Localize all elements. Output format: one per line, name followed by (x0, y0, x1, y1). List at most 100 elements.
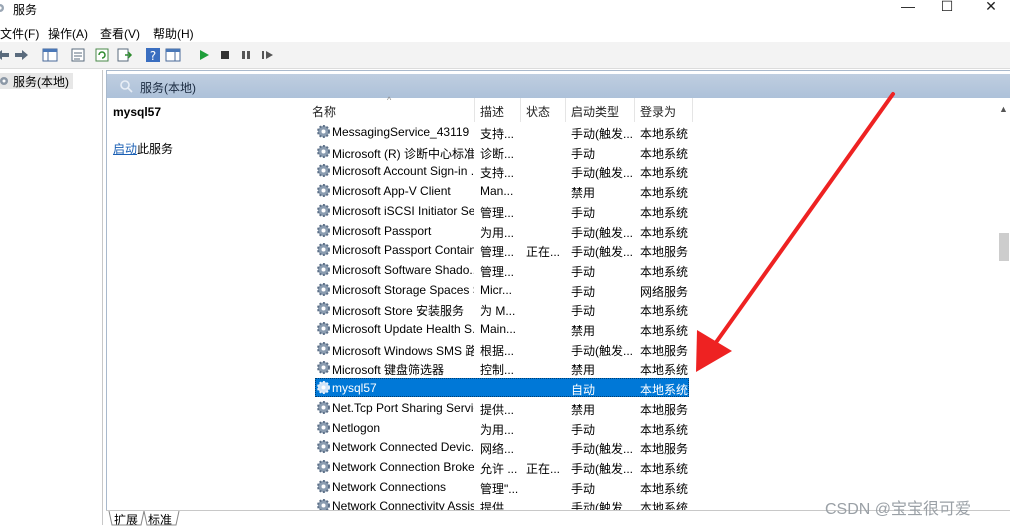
table-row[interactable]: Microsoft Update Health S... Main... 禁用 本地系… (303, 319, 997, 338)
gear-icon (0, 77, 8, 85)
cell-description: 管理... (480, 245, 515, 260)
cell-description: 提供... (480, 402, 515, 417)
cell-startup-type: 手动(触发... (571, 343, 633, 358)
menu-action[interactable]: 操作(A) (48, 25, 88, 42)
column-divider[interactable] (520, 98, 521, 122)
cell-log-on-as: 本地服务 (640, 343, 689, 358)
back-arrow-icon[interactable] (0, 46, 12, 64)
cell-name: Microsoft Store 安装服务 (332, 304, 465, 319)
export-list-icon[interactable] (115, 46, 133, 64)
column-divider[interactable] (474, 98, 475, 122)
table-row[interactable]: Microsoft Passport Container 管理... 正在... 手动… (303, 240, 997, 259)
scroll-up-icon[interactable]: ▲ (999, 104, 1008, 114)
gear-icon (317, 440, 330, 454)
cell-startup-type: 手动 (571, 422, 596, 437)
cell-name: Microsoft Windows SMS 路... (332, 343, 474, 358)
table-row[interactable]: MessagingService_43119 支持... 手动(触发... 本地系统 (303, 122, 997, 141)
menu-view[interactable]: 查看(V) (100, 25, 140, 42)
start-service-icon[interactable] (195, 46, 213, 64)
tree-item-label: 服务(本地) (13, 74, 69, 89)
cell-startup-type: 手动(触发... (571, 442, 633, 457)
pane-header-title: 服务(本地) (140, 81, 196, 95)
cell-description: 管理... (480, 264, 515, 279)
gear-icon (317, 499, 330, 510)
stop-service-icon[interactable] (216, 46, 234, 64)
table-row[interactable]: Microsoft Windows SMS 路... 根据... 手动(触发... 本… (303, 339, 997, 358)
scroll-thumb[interactable] (999, 233, 1009, 261)
cell-name: MessagingService_43119 (332, 125, 470, 139)
sort-ascending-icon: ^ (387, 95, 392, 105)
column-header-name[interactable]: 名称 (312, 103, 336, 120)
cell-log-on-as: 本地系统 (640, 501, 689, 510)
restart-service-icon[interactable] (258, 46, 276, 64)
close-button[interactable]: ✕ (981, 0, 1001, 15)
table-row[interactable]: Microsoft iSCSI Initiator Ser... 管理... 手动 本… (303, 201, 997, 220)
gear-icon (317, 459, 330, 473)
maximize-button[interactable]: ☐ (937, 0, 957, 15)
svg-text:?: ? (150, 49, 156, 63)
properties-icon[interactable] (69, 46, 87, 64)
cell-log-on-as: 本地系统 (640, 127, 689, 141)
table-row[interactable]: Microsoft (R) 诊断中心标准... 诊断... 手动 本地系统 (303, 142, 997, 161)
table-row-selected[interactable]: mysql57 自动 本地系统 (303, 378, 997, 398)
pause-service-icon[interactable] (237, 46, 255, 64)
show-console-tree-icon[interactable] (41, 46, 59, 64)
cell-name: Microsoft Storage Spaces S... (332, 282, 474, 297)
cell-startup-type: 手动(触发... (571, 501, 633, 510)
table-row[interactable]: Netlogon 为用... 手动 本地系统 (303, 418, 997, 437)
cell-log-on-as: 本地服务 (640, 442, 689, 457)
table-row[interactable]: Microsoft Passport 为用... 手动(触发... 本地系统 (303, 221, 997, 240)
table-row[interactable]: Network Connections 管理"... 手动 本地系统 (303, 477, 997, 496)
column-header-status[interactable]: 状态 (526, 103, 550, 120)
cell-description: Micr... (480, 282, 512, 297)
table-row[interactable]: Microsoft Storage Spaces S... Micr... 手动 网络… (303, 280, 997, 299)
table-row[interactable]: Microsoft Account Sign-in ... 支持... 手动(触发.… (303, 161, 997, 180)
cell-startup-type: 手动(触发... (571, 166, 633, 181)
column-header-log-on-as[interactable]: 登录为 (640, 103, 676, 120)
help-icon[interactable]: ? (144, 46, 162, 64)
vertical-scrollbar[interactable]: ▲ (997, 98, 1010, 510)
menu-bar: 文件(F) 操作(A) 查看(V) 帮助(H) (0, 22, 1010, 42)
cell-name: Microsoft Passport (332, 223, 432, 238)
show-hide-action-pane-icon[interactable] (164, 46, 182, 64)
minimize-button[interactable]: — (898, 0, 918, 14)
cell-name: Microsoft 键盘筛选器 (332, 363, 445, 378)
column-header-startup-type[interactable]: 启动类型 (571, 103, 619, 120)
window-title: 服务 (13, 3, 38, 17)
cell-name: Microsoft (R) 诊断中心标准... (332, 146, 474, 161)
cell-name: Microsoft Update Health S... (332, 322, 474, 336)
start-service-link[interactable]: 启动 (113, 142, 137, 156)
cell-startup-type: 手动(触发... (571, 127, 633, 141)
cell-description: 允许 ... (480, 461, 518, 476)
column-header-description[interactable]: 描述 (480, 103, 504, 120)
table-row[interactable]: Microsoft Store 安装服务为 M... 手动 本地系统 (303, 299, 997, 318)
selected-service-name: mysql57 (113, 105, 162, 119)
column-divider[interactable] (692, 98, 693, 122)
table-row[interactable]: Microsoft App-V Client Man... 禁用 本地系统 (303, 181, 997, 200)
table-row[interactable]: Network Connected Devic... 网络... 手动(触发... 本… (303, 437, 997, 456)
cell-description: 为用... (480, 225, 515, 240)
column-divider[interactable] (634, 98, 635, 122)
menu-help[interactable]: 帮助(H) (153, 25, 194, 42)
tree-item-services-local[interactable]: 服务(本地) (0, 73, 73, 89)
refresh-icon[interactable] (93, 46, 111, 64)
table-row[interactable]: Microsoft Software Shado... 管理... 手动 本地系统 (303, 260, 997, 279)
table-row[interactable]: Microsoft 键盘筛选器 控制... 禁用 本地系统 (303, 358, 997, 377)
cell-log-on-as: 本地系统 (640, 186, 689, 201)
cell-name: Microsoft Passport Container (332, 243, 474, 258)
title-bar: 服务 — ☐ ✕ (0, 0, 1010, 20)
description-panel: mysql57 启动此服务 (107, 99, 303, 509)
table-row[interactable]: Net.Tcp Port Sharing Service 提供... 禁用 本地服务 (303, 398, 997, 417)
cell-startup-type: 手动 (571, 264, 596, 279)
forward-arrow-icon[interactable] (12, 46, 30, 64)
menu-file[interactable]: 文件(F) (0, 25, 39, 42)
cell-description: 管理"... (480, 481, 519, 496)
tab-outline (108, 511, 180, 526)
column-divider[interactable] (565, 98, 566, 122)
watermark: CSDN @宝宝很可爱 (825, 501, 972, 518)
table-row[interactable]: Network Connection Broker 允许 ... 正在... 手动(触… (303, 457, 997, 476)
cell-description: 提供... (480, 501, 515, 510)
gear-icon (317, 322, 330, 335)
console-tree: 服务(本地) (0, 70, 103, 525)
gear-icon (317, 302, 330, 316)
